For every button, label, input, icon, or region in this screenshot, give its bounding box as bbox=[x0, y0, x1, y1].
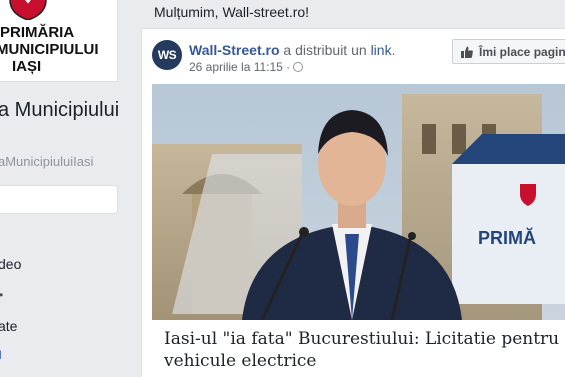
link-preview-image[interactable]: PRIMĂ bbox=[152, 84, 565, 320]
thumbs-up-icon bbox=[461, 46, 473, 58]
author-name-link[interactable]: Wall-Street.ro bbox=[189, 42, 280, 58]
author-avatar[interactable]: WS bbox=[152, 40, 182, 70]
like-page-label: Îmi place pagina bbox=[479, 44, 565, 59]
post-period: . bbox=[391, 42, 396, 58]
sidebar-item-community[interactable]: ate bbox=[0, 318, 17, 334]
link-preview-title[interactable]: Iasi-ul "ia fata" Bucurestiului: Licitat… bbox=[164, 328, 564, 372]
shared-link-word[interactable]: link bbox=[371, 42, 392, 58]
logo-text-line-2: MUNICIPIULUI bbox=[0, 41, 99, 58]
page-handle[interactable]: aMunicipiuluiIasi bbox=[0, 154, 93, 169]
logo-text-line-3: IAȘI bbox=[12, 58, 42, 75]
sidebar-item-link[interactable]: l bbox=[0, 348, 2, 362]
sidebar-item-bullet: • bbox=[0, 288, 3, 302]
logo-text-line-1: PRIMĂRIA bbox=[0, 24, 75, 41]
post-meta: 26 aprilie la 11:15 · bbox=[189, 60, 304, 74]
image-sign-text: PRIMĂ bbox=[478, 227, 536, 248]
sidebar-item-videos[interactable]: deo bbox=[0, 256, 21, 272]
post-action-text: a distribuit un bbox=[279, 42, 371, 58]
sidebar-action-box[interactable] bbox=[0, 185, 118, 214]
page-name[interactable]: a Municipiului bbox=[0, 99, 119, 122]
post-intro-text: Mulțumim, Wall-street.ro! bbox=[154, 4, 310, 20]
globe-icon bbox=[293, 62, 304, 72]
crest-icon bbox=[9, 0, 47, 20]
left-sidebar: PRIMĂRIA MUNICIPIULUI IAȘI a Municipiulu… bbox=[0, 0, 120, 377]
like-page-button[interactable]: Îmi place pagina bbox=[452, 39, 565, 64]
post-header: Wall-Street.ro a distribuit un link. bbox=[189, 42, 395, 58]
page-logo[interactable]: PRIMĂRIA MUNICIPIULUI IAȘI bbox=[0, 0, 118, 82]
post-timestamp[interactable]: 26 aprilie la 11:15 · bbox=[189, 60, 290, 74]
